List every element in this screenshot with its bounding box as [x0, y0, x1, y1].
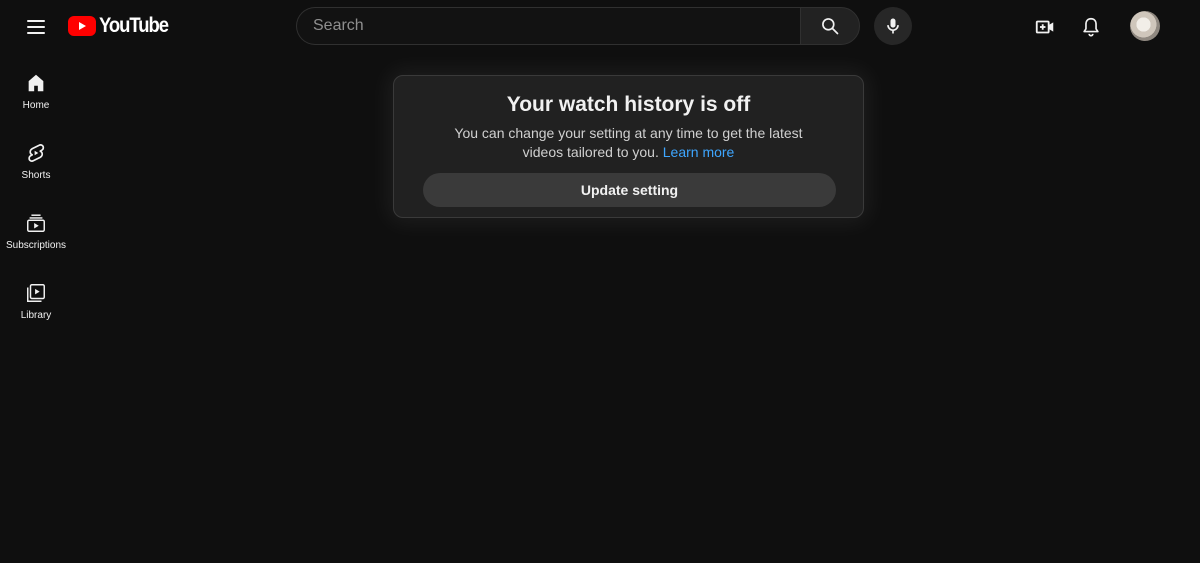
shorts-icon — [28, 144, 45, 162]
sidebar-item-label: Library — [20, 310, 52, 321]
youtube-logo[interactable]: YouTube — [68, 14, 177, 38]
notice-description-text: You can change your setting at any time … — [454, 125, 803, 160]
sidebar-item-label: Home — [22, 100, 50, 111]
create-button[interactable] — [1027, 9, 1063, 45]
sidebar-item-home[interactable]: Home — [0, 56, 72, 126]
hamburger-icon-line — [27, 26, 45, 28]
notice-description: You can change your setting at any time … — [434, 124, 823, 162]
mini-guide: Home Shorts Subscriptions Library — [0, 56, 72, 336]
play-logo-icon — [68, 16, 96, 36]
logo-text: YouTube — [99, 14, 169, 37]
search-button[interactable] — [800, 7, 860, 45]
sidebar-item-label: Subscriptions — [5, 240, 67, 251]
home-icon — [28, 74, 44, 92]
hamburger-icon-line — [27, 32, 45, 34]
masthead: YouTube — [0, 0, 1200, 54]
library-icon — [27, 284, 45, 302]
sidebar-item-library[interactable]: Library — [0, 266, 72, 336]
guide-menu-button[interactable] — [18, 9, 54, 45]
search-box — [296, 7, 860, 45]
voice-search-button[interactable] — [874, 7, 912, 45]
search-icon — [822, 18, 839, 35]
bell-icon — [1083, 17, 1099, 37]
learn-more-link[interactable]: Learn more — [663, 144, 735, 160]
sidebar-item-shorts[interactable]: Shorts — [0, 126, 72, 196]
create-video-icon — [1035, 20, 1054, 34]
subscriptions-icon — [27, 214, 45, 232]
sidebar-item-label: Shorts — [21, 170, 51, 181]
update-setting-button[interactable]: Update setting — [423, 173, 836, 207]
microphone-icon — [887, 18, 899, 34]
account-avatar[interactable] — [1130, 11, 1160, 41]
hamburger-icon — [27, 20, 45, 22]
watch-history-off-card: Your watch history is off You can change… — [393, 75, 864, 218]
search-input[interactable] — [296, 7, 800, 45]
notifications-button[interactable] — [1073, 9, 1109, 45]
notice-title: Your watch history is off — [506, 93, 751, 116]
sidebar-item-subscriptions[interactable]: Subscriptions — [0, 196, 72, 266]
